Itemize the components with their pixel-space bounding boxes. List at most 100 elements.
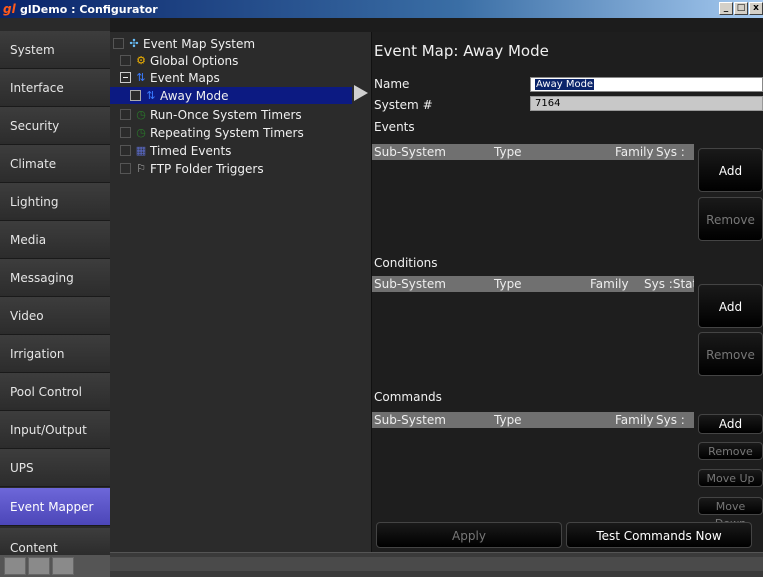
- tree-item-repeating-timers[interactable]: ◷ Repeating System Timers: [120, 124, 304, 141]
- tree-item-label: Global Options: [150, 53, 239, 68]
- name-value: Away Mode: [535, 79, 595, 90]
- nav-item-label: Event Mapper: [10, 499, 94, 514]
- nav-item-messaging[interactable]: Messaging: [0, 259, 110, 297]
- system-number-field: 7164: [530, 96, 763, 111]
- tree-item-event-maps[interactable]: ⇅ Event Maps: [120, 69, 220, 86]
- nav-item-interface[interactable]: Interface: [0, 69, 110, 107]
- checkbox[interactable]: [120, 163, 131, 174]
- event-system-icon: ✣: [129, 36, 139, 50]
- nav-item-label: Video: [10, 308, 44, 323]
- nav-item-lighting[interactable]: Lighting: [0, 183, 110, 221]
- column-header[interactable]: Sub-System: [374, 413, 446, 427]
- test-commands-button[interactable]: Test Commands Now: [566, 522, 752, 548]
- move-down-button[interactable]: Move Down: [698, 497, 763, 530]
- nav-item-label: Interface: [10, 80, 64, 95]
- tree-item-label: Run-Once System Timers: [150, 107, 302, 122]
- checkbox[interactable]: [120, 127, 131, 138]
- nav-item-label: UPS: [10, 460, 34, 475]
- checkbox[interactable]: [120, 55, 131, 66]
- nav-item-pool-control[interactable]: Pool Control: [0, 373, 110, 411]
- nav-item-security[interactable]: Security: [0, 107, 110, 145]
- nav-item-label: Climate: [10, 156, 57, 171]
- tree-item-event-map-system[interactable]: ✣ Event Map System: [113, 35, 255, 52]
- event-maps-icon: ⇅: [136, 70, 146, 84]
- event-tree: ✣ Event Map System ⚙ Global Options ⇅ Ev…: [110, 32, 372, 552]
- column-header[interactable]: Type: [494, 277, 522, 291]
- commands-add-button[interactable]: Add: [698, 414, 763, 434]
- column-header[interactable]: Family: [615, 145, 654, 159]
- apply-button[interactable]: Apply: [376, 522, 562, 548]
- events-add-button[interactable]: Add: [698, 148, 763, 192]
- maximize-button[interactable]: □: [734, 2, 748, 15]
- name-field[interactable]: Away Mode: [530, 77, 763, 92]
- column-header[interactable]: Type: [494, 413, 522, 427]
- events-grid-header: Sub-System Type Family Sys :: [372, 144, 694, 160]
- nav-item-event-mapper[interactable]: Event Mapper: [0, 488, 110, 526]
- checkbox[interactable]: [120, 109, 131, 120]
- conditions-section-label: Conditions: [374, 256, 438, 270]
- column-header[interactable]: Sys :: [656, 145, 694, 159]
- column-header[interactable]: Family: [590, 277, 629, 291]
- checkbox[interactable]: [120, 145, 131, 156]
- window-title: glDemo : Configurator: [20, 2, 158, 16]
- nav-item-climate[interactable]: Climate: [0, 145, 110, 183]
- tree-item-label: Away Mode: [160, 88, 229, 103]
- tree-item-ftp-triggers[interactable]: ⚐ FTP Folder Triggers: [120, 160, 264, 177]
- tree-item-label: Event Map System: [143, 36, 256, 51]
- tree-item-global-options[interactable]: ⚙ Global Options: [120, 52, 238, 69]
- nav-item-content[interactable]: Content: [0, 528, 110, 556]
- column-header[interactable]: Sys :: [656, 413, 694, 427]
- nav-item-video[interactable]: Video: [0, 297, 110, 335]
- conditions-remove-button[interactable]: Remove: [698, 332, 763, 376]
- nav-item-label: Content: [10, 541, 58, 555]
- nav-item-label: Irrigation: [10, 346, 65, 361]
- column-header[interactable]: Type: [494, 145, 522, 159]
- events-grid[interactable]: Sub-System Type Family Sys :: [372, 144, 694, 244]
- commands-grid[interactable]: Sub-System Type Family Sys :: [372, 412, 694, 512]
- app-logo-icon: gl: [3, 2, 16, 16]
- status-bar: [110, 552, 763, 577]
- nav-item-irrigation[interactable]: Irrigation: [0, 335, 110, 373]
- nav-item-system[interactable]: System: [0, 31, 110, 69]
- column-header[interactable]: Sub-System: [374, 145, 446, 159]
- conditions-add-button[interactable]: Add: [698, 284, 763, 328]
- status-bar-track: [110, 557, 763, 571]
- column-header[interactable]: Sys :State: [644, 277, 694, 291]
- tree-item-away-mode[interactable]: ⇅ Away Mode: [110, 87, 352, 104]
- column-header[interactable]: Family: [615, 413, 654, 427]
- move-up-button[interactable]: Move Up: [698, 469, 763, 487]
- minimize-button[interactable]: _: [719, 2, 733, 15]
- timer-icon: ◷: [136, 107, 146, 121]
- system-number-label: System #: [374, 98, 433, 112]
- nav-item-input-output[interactable]: Input/Output: [0, 411, 110, 449]
- nav-item-label: Messaging: [10, 270, 74, 285]
- global-options-icon: ⚙: [136, 53, 146, 67]
- ftp-icon: ⚐: [136, 161, 146, 175]
- nav-item-label: Security: [10, 118, 60, 133]
- tree-item-run-once-timers[interactable]: ◷ Run-Once System Timers: [120, 106, 302, 123]
- events-remove-button[interactable]: Remove: [698, 197, 763, 241]
- title-bar: gl glDemo : Configurator _ □ x: [0, 0, 763, 18]
- column-header[interactable]: Sub-System: [374, 277, 446, 291]
- nav-item-ups[interactable]: UPS: [0, 449, 110, 487]
- nav-item-label: Pool Control: [10, 384, 83, 399]
- window-controls: _ □ x: [719, 2, 763, 15]
- nav-item-media[interactable]: Media: [0, 221, 110, 259]
- commands-remove-button[interactable]: Remove: [698, 442, 763, 460]
- conditions-grid[interactable]: Sub-System Type Family Sys :State: [372, 276, 694, 376]
- checkbox[interactable]: [130, 90, 141, 101]
- nav-item-label: Lighting: [10, 194, 59, 209]
- checkbox[interactable]: [113, 38, 124, 49]
- selection-arrow-icon: [354, 85, 368, 101]
- tree-item-timed-events[interactable]: ▦ Timed Events: [120, 142, 231, 159]
- close-button[interactable]: x: [749, 2, 763, 15]
- footer-block: [52, 557, 74, 575]
- timer-icon: ◷: [136, 125, 146, 139]
- nav-footer: [0, 555, 110, 577]
- page-title: Event Map: Away Mode: [374, 42, 549, 60]
- events-section-label: Events: [374, 120, 415, 134]
- collapse-icon[interactable]: [120, 72, 131, 83]
- calendar-icon: ▦: [135, 143, 147, 157]
- footer-block: [28, 557, 50, 575]
- commands-grid-header: Sub-System Type Family Sys :: [372, 412, 694, 428]
